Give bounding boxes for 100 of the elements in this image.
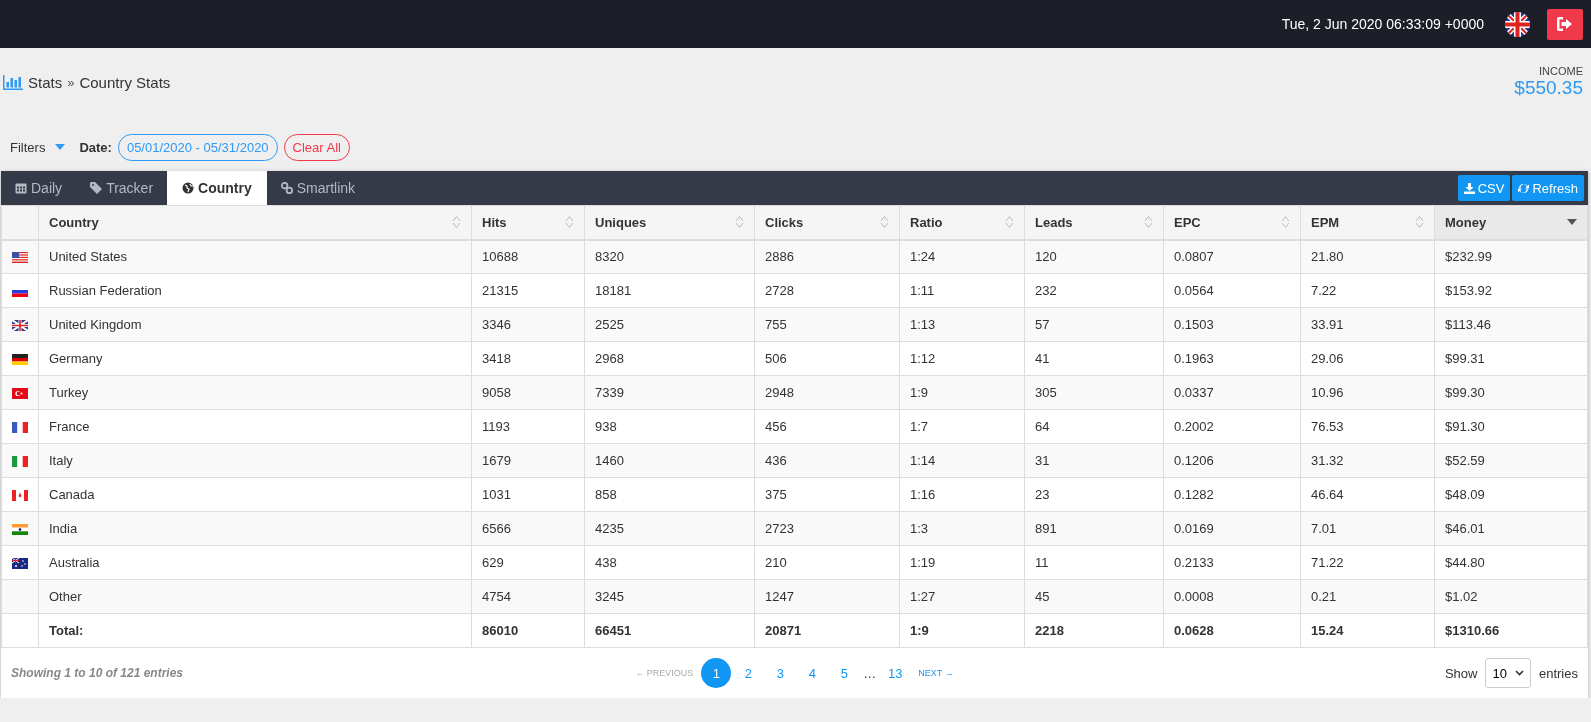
table-cell: 0.0807 [1163,239,1301,274]
tab[interactable]: Tracker [76,171,168,205]
table-cell: 8320 [584,239,755,274]
download-icon [1463,182,1475,194]
tab[interactable]: Country [167,171,267,205]
table-cell: $99.31 [1434,341,1588,376]
table-cell: 2723 [754,511,900,546]
table-cell: 0.0564 [1163,273,1301,308]
total-cell: 66451 [584,613,755,648]
tag-icon [90,182,103,194]
table-cell: $153.92 [1434,273,1588,308]
tab[interactable]: Smartlink [266,171,370,205]
table-cell: 1460 [584,443,755,478]
flag-icon [12,422,28,434]
table-cell: 21.80 [1300,239,1435,274]
table-cell: 3418 [471,341,585,376]
next-page-button[interactable]: NEXT → [912,658,960,688]
logout-button[interactable] [1547,8,1583,40]
table-cell: 456 [754,409,900,444]
table-cell: 0.1282 [1163,477,1301,512]
table-cell: 3346 [471,307,585,342]
table-cell: United States [38,239,472,274]
calendar-icon [15,182,27,194]
table-cell: 29.06 [1300,341,1435,376]
sort-descending-icon [1567,219,1577,226]
table-cell: 7.01 [1300,511,1435,546]
page-button[interactable]: 1 [701,658,732,688]
table-cell: 2886 [754,239,900,274]
table-cell: India [38,511,472,546]
table-cell: 7.22 [1300,273,1435,308]
table-cell: 0.0337 [1163,375,1301,410]
flag-icon [12,252,28,264]
refresh-button[interactable]: Refresh [1512,175,1584,201]
table-cell: 6566 [471,511,585,546]
page-button[interactable]: 13 [880,658,911,688]
sort-icon [1005,215,1014,230]
flag-icon [12,490,28,502]
column-header[interactable]: Clicks [754,205,900,240]
flag-icon [12,524,28,536]
refresh-icon [1518,182,1530,194]
sort-icon [735,215,744,230]
column-header[interactable]: Hits [471,205,585,240]
table-cell: 3245 [584,579,755,614]
table-cell: 120 [1024,239,1164,274]
table-cell: 938 [584,409,755,444]
table-cell: $91.30 [1434,409,1588,444]
column-header[interactable]: Leads [1024,205,1164,240]
table-cell: $46.01 [1434,511,1588,546]
breadcrumb-separator: » [67,74,75,90]
table-cell: 31 [1024,443,1164,478]
chevron-down-icon [1514,670,1524,676]
total-cell: $1310.66 [1434,613,1588,648]
page-button[interactable]: 3 [765,658,796,688]
table-cell: 46.64 [1300,477,1435,512]
uk-flag-icon[interactable] [1505,11,1530,37]
csv-button[interactable]: CSV [1457,175,1511,201]
link-icon [280,182,293,194]
total-cell: 0.0628 [1163,613,1301,648]
date-label: Date: [79,139,112,155]
total-cell: 1:9 [899,613,1025,648]
table-cell: 76.53 [1300,409,1435,444]
date-time: Tue, 2 Jun 2020 06:33:09 +0000 [1281,16,1484,32]
column-header[interactable]: Money [1434,205,1588,240]
column-header[interactable]: EPC [1163,205,1301,240]
table-cell: 858 [584,477,755,512]
filters-toggle[interactable]: Filters [10,139,66,155]
table-cell: 0.1206 [1163,443,1301,478]
column-header[interactable]: Ratio [899,205,1025,240]
table-cell: 1031 [471,477,585,512]
page-size-select[interactable]: 10 [1485,658,1531,688]
table-cell: $99.30 [1434,375,1588,410]
table-cell: 1:3 [899,511,1025,546]
table-cell: 1247 [754,579,900,614]
column-header[interactable]: EPM [1300,205,1435,240]
table-cell: 1:12 [899,341,1025,376]
table-cell: 0.0169 [1163,511,1301,546]
column-header[interactable]: Country [38,205,472,240]
table-cell: 0.2133 [1163,545,1301,580]
column-header[interactable]: Uniques [584,205,755,240]
caret-down-icon [55,144,66,150]
flag-icon [12,558,28,570]
table-cell: 9058 [471,375,585,410]
sort-icon [1415,215,1424,230]
table-cell: 1:11 [899,273,1025,308]
table-cell: $1.02 [1434,579,1588,614]
globe-icon [182,182,195,194]
tab[interactable]: Daily [1,171,77,205]
page-button[interactable]: 4 [797,658,828,688]
page-button[interactable]: 2 [733,658,764,688]
table-cell: 57 [1024,307,1164,342]
table-cell: 436 [754,443,900,478]
sort-icon [565,215,574,230]
logout-icon [1557,17,1573,31]
flag-icon [12,388,28,400]
breadcrumb-link[interactable]: Stats [28,73,63,91]
flag-icon [12,456,28,468]
table-cell: 33.91 [1300,307,1435,342]
pagination-ellipsis: … [862,665,878,681]
table-cell: 2525 [584,307,755,342]
page-button[interactable]: 5 [829,658,860,688]
